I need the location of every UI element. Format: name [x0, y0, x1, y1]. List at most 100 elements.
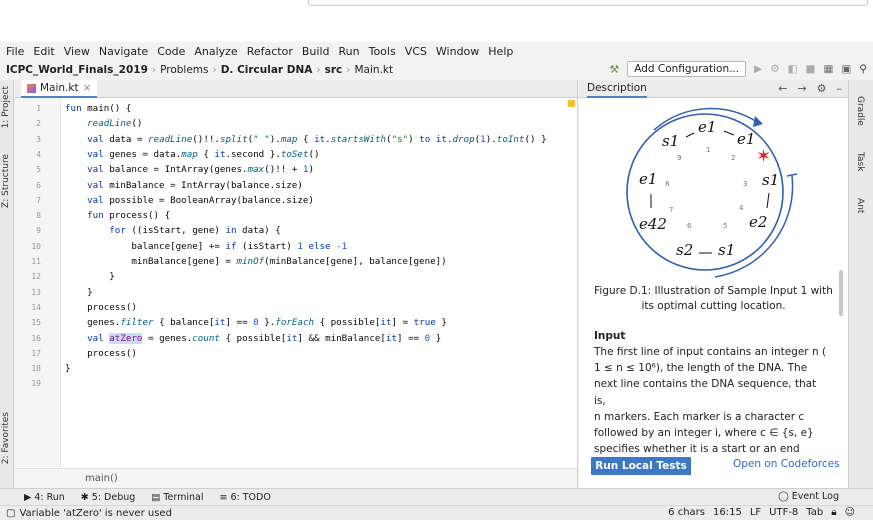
status-position[interactable]: 16:15	[713, 507, 742, 518]
todo-tool-tab[interactable]: ≡ 6: TODO	[219, 492, 270, 503]
code-text: }	[65, 285, 93, 300]
debug-tool-tab[interactable]: ✱ 5: Debug	[81, 492, 136, 503]
code-line[interactable]: 11 minBalance[gene] = minOf(minBalance[g…	[15, 254, 577, 269]
line-number: 7	[36, 195, 41, 205]
label-s1-right: s1	[762, 171, 779, 189]
code-line[interactable]: 9 for ((isStart, gene) in data) {	[15, 223, 577, 238]
menu-view[interactable]: View	[64, 45, 90, 58]
run-tool-tab[interactable]: ▶ 4: Run	[24, 492, 65, 503]
code-line[interactable]: 10 balance[gene] += if (isStart) 1 else …	[15, 239, 577, 254]
menu-build[interactable]: Build	[302, 45, 330, 58]
input-text: The first line of input contains an inte…	[594, 344, 829, 457]
stop-icon[interactable]: ■	[806, 63, 816, 75]
svg-text:7: 7	[669, 206, 673, 214]
code-line[interactable]: 3 val data = readLine()!!.split(" ").map…	[15, 132, 577, 147]
code-line[interactable]: 2 readLine()	[15, 116, 577, 131]
menu-window[interactable]: Window	[436, 45, 479, 58]
hammer-icon[interactable]: ⚒	[609, 63, 619, 76]
tab-ant[interactable]: Ant	[855, 198, 865, 213]
code-line[interactable]: 5 val balance = IntArray(genes.max()!! +…	[15, 162, 577, 177]
code-line[interactable]: 15 genes.filter { balance[it] == 0 }.for…	[15, 315, 577, 330]
address-field[interactable]	[308, 0, 868, 6]
code-text: val atZero = genes.count { possible[it] …	[65, 331, 441, 346]
menu-file[interactable]: File	[6, 45, 24, 58]
code-line[interactable]: 4 val genes = data.map { it.second }.toS…	[15, 147, 577, 162]
navigation-bar: ICPC_World_Finals_2019 › Problems › D. C…	[0, 60, 873, 80]
close-icon[interactable]: ×	[83, 82, 92, 94]
breadcrumb-file[interactable]: Main.kt	[354, 64, 393, 76]
code-token: ] && minBalance[	[297, 332, 386, 344]
menu-tools[interactable]: Tools	[369, 45, 396, 58]
tab-favorites[interactable]: 2: Favorites	[1, 412, 11, 464]
inspector-icon[interactable]: ☺	[845, 507, 855, 518]
forward-arrow-icon[interactable]: →	[797, 82, 806, 95]
warning-marker[interactable]	[568, 100, 575, 107]
status-toggle-icon[interactable]: ▢	[6, 508, 15, 519]
gear-icon[interactable]: ⚙	[817, 82, 827, 95]
figure-caption: Figure D.1: Illustration of Sample Input…	[594, 285, 833, 312]
code-token: "s"	[391, 133, 409, 145]
menu-refactor[interactable]: Refactor	[247, 45, 293, 58]
run-icon[interactable]: ▶	[754, 63, 762, 75]
code-token: it	[380, 317, 392, 329]
code-line[interactable]: 6 val minBalance = IntArray(balance.size…	[15, 178, 577, 193]
label-e1-top-b: e1	[737, 130, 755, 148]
menu-code[interactable]: Code	[157, 45, 185, 58]
code-line[interactable]: 14 process()	[15, 300, 577, 315]
menu-vcs[interactable]: VCS	[405, 45, 427, 58]
menu-analyze[interactable]: Analyze	[194, 45, 237, 58]
back-arrow-icon[interactable]: ←	[778, 82, 787, 95]
breadcrumb-src[interactable]: src	[325, 64, 343, 76]
editor-breadcrumb[interactable]: main()	[15, 468, 577, 488]
circular-dna-figure: ✶ s1 e1 e1 s1 e1 e42 e2 s2 s1 9 1 2 3 4 5 6 7…	[626, 107, 798, 278]
code-token: (minBalance[gene], balance[gene])	[264, 256, 447, 267]
code-token: data) {	[242, 225, 281, 237]
terminal-tool-tab[interactable]: ▤ Terminal	[151, 492, 203, 503]
code-line[interactable]: 13 }	[15, 285, 577, 300]
add-configuration-button[interactable]: Add Configuration...	[627, 61, 747, 77]
status-indent[interactable]: Tab	[806, 507, 823, 518]
menu-edit[interactable]: Edit	[33, 45, 54, 58]
line-number: 18	[31, 364, 41, 374]
breadcrumb-problem[interactable]: D. Circular DNA	[221, 64, 313, 76]
code-token: to	[419, 133, 436, 145]
menu-help[interactable]: Help	[488, 45, 513, 58]
menu-navigate[interactable]: Navigate	[99, 45, 148, 58]
code-line[interactable]: 19	[15, 376, 577, 391]
code-token: it	[385, 332, 397, 344]
code-token: it	[286, 332, 298, 344]
description-title[interactable]: Description	[587, 80, 647, 98]
event-log-button[interactable]: ◯ Event Log	[778, 491, 839, 502]
debug-icon[interactable]: ⚙	[770, 63, 779, 75]
tab-task[interactable]: Task	[855, 152, 865, 171]
menu-run[interactable]: Run	[339, 45, 360, 58]
tab-gradle[interactable]: Gradle	[855, 96, 865, 126]
code-line[interactable]: 17 process()	[15, 346, 577, 361]
code-token: balance = IntArray(genes.	[109, 164, 248, 176]
coverage-icon[interactable]: ◧	[788, 63, 798, 75]
tab-project[interactable]: 1: Project	[1, 86, 11, 128]
code-line[interactable]: 8 fun process() {	[15, 208, 577, 223]
code-line[interactable]: 1 fun main() {	[15, 101, 577, 116]
code-line[interactable]: 12 }	[15, 269, 577, 284]
minimize-icon[interactable]: –	[837, 82, 843, 95]
run-local-tests-button[interactable]: Run Local Tests	[591, 457, 691, 475]
code-area[interactable]: 1 fun main() {2 readLine() 3 val data = re…	[15, 98, 577, 468]
layout-icon[interactable]: ▣	[841, 63, 851, 75]
lock-icon[interactable]: 🔒︎	[831, 507, 836, 518]
open-codeforces-link[interactable]: Open on Codeforces	[733, 458, 840, 470]
tab-main-kt[interactable]: Main.kt ×	[21, 80, 98, 98]
status-line-separator[interactable]: LF	[750, 507, 761, 518]
tab-structure[interactable]: Z: Structure	[1, 154, 11, 208]
code-token: genes = data.	[109, 148, 182, 160]
code-line[interactable]: 16 val atZero = genes.count { possible[i…	[15, 331, 577, 346]
code-line[interactable]: 7 val possible = BooleanArray(balance.si…	[15, 193, 577, 208]
code-line[interactable]: 18}	[15, 361, 577, 376]
status-encoding[interactable]: UTF-8	[769, 507, 798, 518]
breadcrumb-problems[interactable]: Problems	[160, 64, 208, 76]
line-number: 17	[31, 348, 41, 358]
project-structure-icon[interactable]: ▦	[823, 63, 833, 75]
search-icon[interactable]: ⚲	[859, 63, 867, 75]
breadcrumb-project[interactable]: ICPC_World_Finals_2019	[6, 64, 148, 76]
panel-scrollbar[interactable]	[839, 270, 843, 316]
